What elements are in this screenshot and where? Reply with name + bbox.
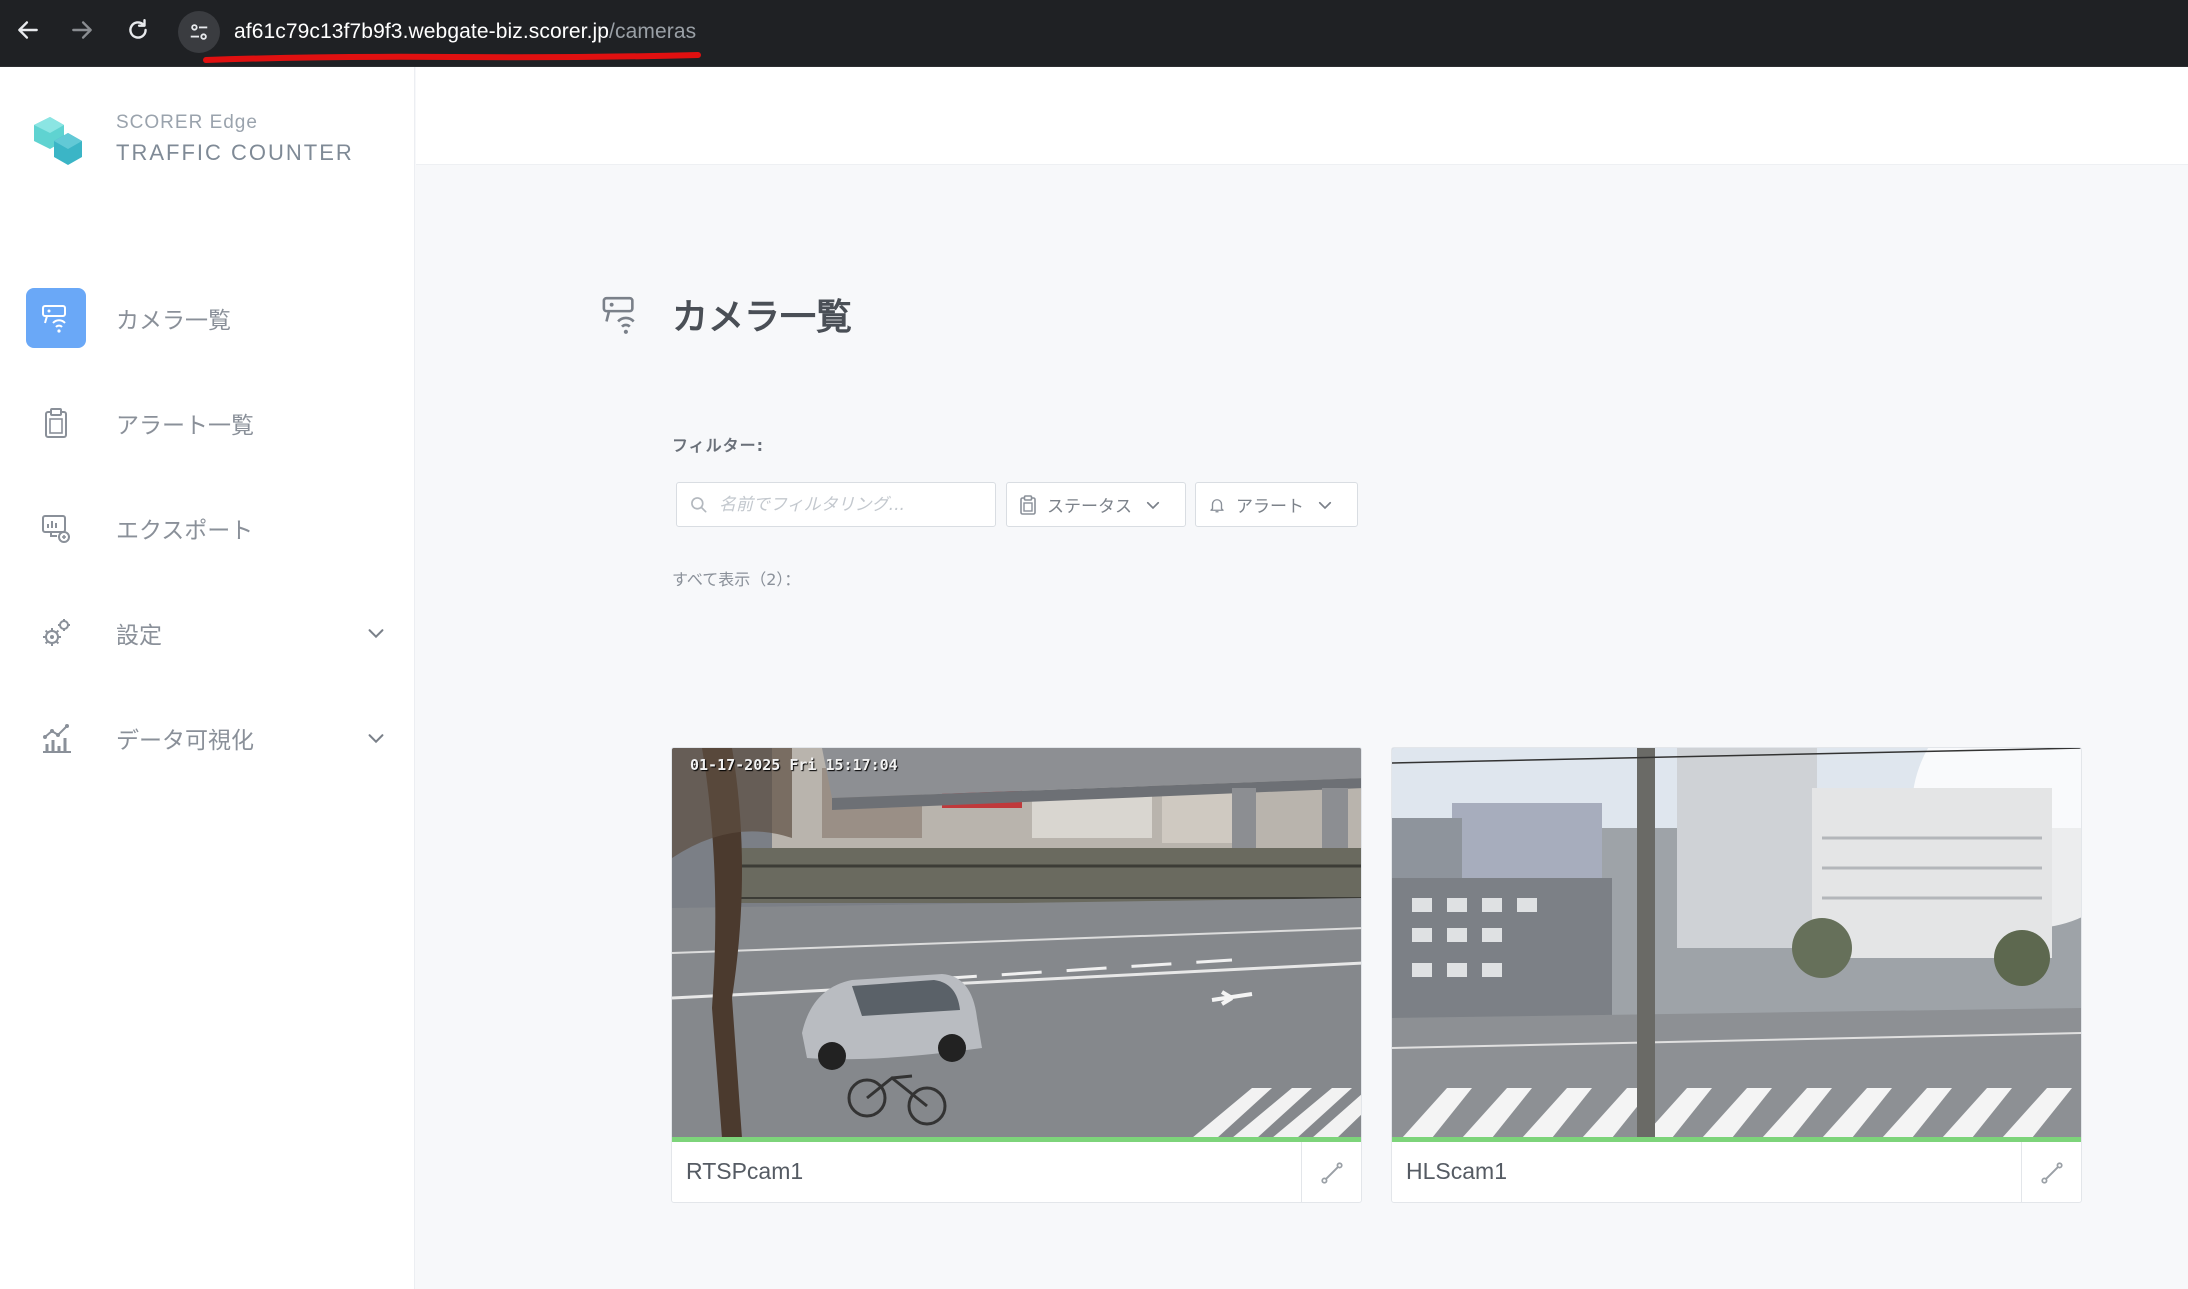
expand-toggle[interactable] [362,724,390,752]
export-monitor-icon [42,515,70,543]
camera-name: RTSPcam1 [686,1158,804,1184]
name-filter-field[interactable] [676,482,996,527]
camera-wifi-icon [602,296,635,334]
camera-timestamp: 01-17-2025 Fri 15:17:04 [690,756,898,774]
brand-line2: TRAFFIC COUNTER [116,140,354,165]
status-indicator-line [672,1137,1361,1142]
sidebar-item-label: 設定 [116,623,162,649]
camera-link-button[interactable] [2021,1142,2081,1202]
search-icon [691,496,707,512]
status-filter-dropdown[interactable]: ステータス [1006,482,1186,527]
sidebar-item-label: エクスポート [116,518,254,544]
sidebar-item-data-visualization[interactable]: データ可視化 [0,706,415,770]
bell-icon [1210,498,1224,512]
back-button[interactable] [12,14,44,46]
status-indicator-line [1392,1137,2081,1142]
nav-icon-wrapper [26,708,86,768]
clipboard-icon [1020,494,1036,515]
sidebar-item-camera-list[interactable]: カメラ一覧 [0,286,415,350]
filter-label: フィルター: [672,436,765,455]
site-info-button[interactable] [178,11,220,53]
chevron-down-icon [1146,501,1160,509]
sidebar-item-label: カメラ一覧 [116,308,231,334]
sidebar-item-alert-list[interactable]: アラート一覧 [0,391,415,455]
forward-button[interactable] [66,14,98,46]
sidebar-item-label: データ可視化 [116,728,254,754]
chart-icon [43,724,71,753]
camera-thumbnail[interactable]: 01-17-2025 Fri 15:17:04 [672,748,1361,1138]
nav-icon-wrapper [26,603,86,663]
arrow-left-icon [18,21,38,39]
chevron-down-icon [368,629,384,639]
page-title: カメラ一覧 [672,297,853,338]
sidebar-item-label: アラート一覧 [116,413,254,439]
reload-button[interactable] [122,14,154,46]
url-host: af61c79c13f7b9f3.webgate-biz.scorer.jp [234,20,610,43]
sidebar-item-export[interactable]: エクスポート [0,496,415,560]
nav-icon-wrapper [26,288,86,348]
show-all-count[interactable]: すべて表示（2）： [672,566,800,590]
chevron-down-icon [368,734,384,744]
street-camera-image [672,748,1361,1138]
address-bar[interactable]: af61c79c13f7b9f3.webgate-biz.scorer.jp/c… [178,9,2178,55]
camera-name: HLScam1 [1406,1158,1507,1184]
chevron-down-icon [1318,501,1332,509]
camera-link-button[interactable] [1301,1142,1361,1202]
status-filter-label: ステータス [1047,497,1132,517]
sidebar-item-settings[interactable]: 設定 [0,601,415,665]
sidebar: SCORER Edge TRAFFIC COUNTER カメラ一覧 アラート一覧 [0,67,415,1289]
camera-card[interactable]: HLScam1 [1391,747,2082,1203]
camera-thumbnail[interactable] [1392,748,2081,1138]
nav-icon-wrapper [26,393,86,453]
nav-icon-wrapper [26,498,86,558]
scorer-logo [34,117,82,165]
red-underline-annotation [203,52,701,63]
alert-filter-dropdown[interactable]: アラート [1195,482,1358,527]
name-filter-input[interactable] [719,494,979,515]
clipboard-icon [45,408,67,438]
gears-icon [43,619,70,646]
link-icon [1320,1162,1343,1184]
arrow-right-icon [72,21,92,39]
intersection-camera-image [1392,748,2081,1138]
browser-toolbar: af61c79c13f7b9f3.webgate-biz.scorer.jp/c… [0,0,2188,67]
link-icon [2040,1162,2063,1184]
reload-icon [129,19,147,39]
tune-icon [190,24,208,40]
camera-wifi-icon [42,305,66,333]
expand-toggle[interactable] [362,619,390,647]
camera-card[interactable]: 01-17-2025 Fri 15:17:04 RTSPcam1 [671,747,1362,1203]
url-path: /cameras [609,20,697,43]
alert-filter-label: アラート [1236,497,1304,517]
url-text: af61c79c13f7b9f3.webgate-biz.scorer.jp/c… [234,20,696,44]
brand-line1: SCORER Edge [116,112,258,133]
top-header [416,67,2188,165]
